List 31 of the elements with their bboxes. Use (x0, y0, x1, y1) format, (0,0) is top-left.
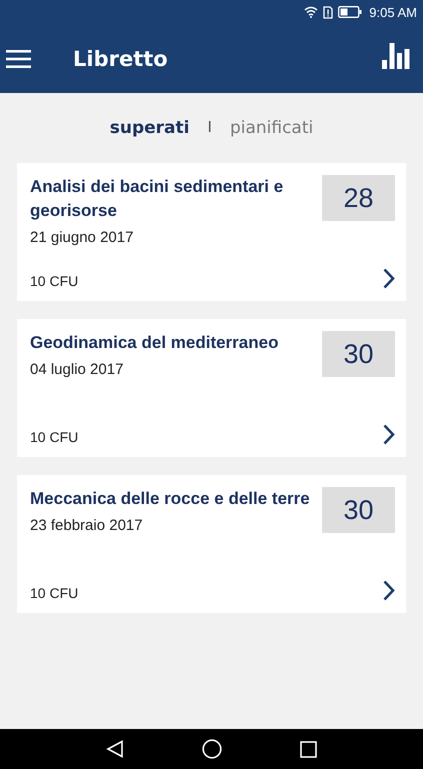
tab[interactable]: pianificati (230, 118, 314, 138)
exam-credits: 10 CFU (30, 429, 80, 445)
status-time: 9:05 AM (369, 4, 417, 20)
exam-credits: 10 CFU (30, 585, 80, 601)
bar-chart-icon[interactable] (382, 42, 410, 68)
exam-name: Geodinamica del mediterraneo (30, 332, 280, 354)
tab-separator: I (207, 119, 212, 137)
grade-badge: 30 (322, 487, 395, 533)
chevron-right-icon[interactable] (383, 424, 395, 445)
exam-credits: 10 CFU (30, 273, 80, 289)
back-icon[interactable] (106, 740, 124, 758)
battery-icon (338, 6, 362, 18)
grade-badge: 30 (322, 331, 395, 377)
menu-icon[interactable] (6, 50, 31, 68)
exam-date: 21 giugno 2017 (30, 229, 134, 246)
exam-name: Analisi dei bacini sedimentari e georisorse (30, 176, 284, 222)
exam-card[interactable]: Meccanica delle rocce e delle terre 23 febbraio 2017 10 CFU 30 (17, 475, 406, 613)
tab[interactable]: superati (110, 118, 190, 138)
grade-badge: 28 (322, 175, 395, 221)
exam-date: 04 luglio 2017 (30, 361, 124, 378)
exam-date: 23 febbraio 2017 (30, 517, 144, 534)
exam-card[interactable]: Geodinamica del mediterraneo 04 luglio 2017 10 CFU 30 (17, 319, 406, 457)
sim-card-icon (323, 6, 334, 18)
exam-name: Meccanica delle rocce e delle terre (30, 488, 311, 510)
wifi-icon (304, 6, 318, 18)
exam-card[interactable]: Analisi dei bacini sedimentari e georisorse 21 giugno 2017 10 CFU 28 (17, 163, 406, 301)
chevron-right-icon[interactable] (383, 268, 395, 289)
home-icon[interactable] (202, 739, 222, 759)
recents-icon[interactable] (300, 740, 317, 758)
app-title: Libretto (73, 46, 169, 70)
chevron-right-icon[interactable] (383, 580, 395, 601)
